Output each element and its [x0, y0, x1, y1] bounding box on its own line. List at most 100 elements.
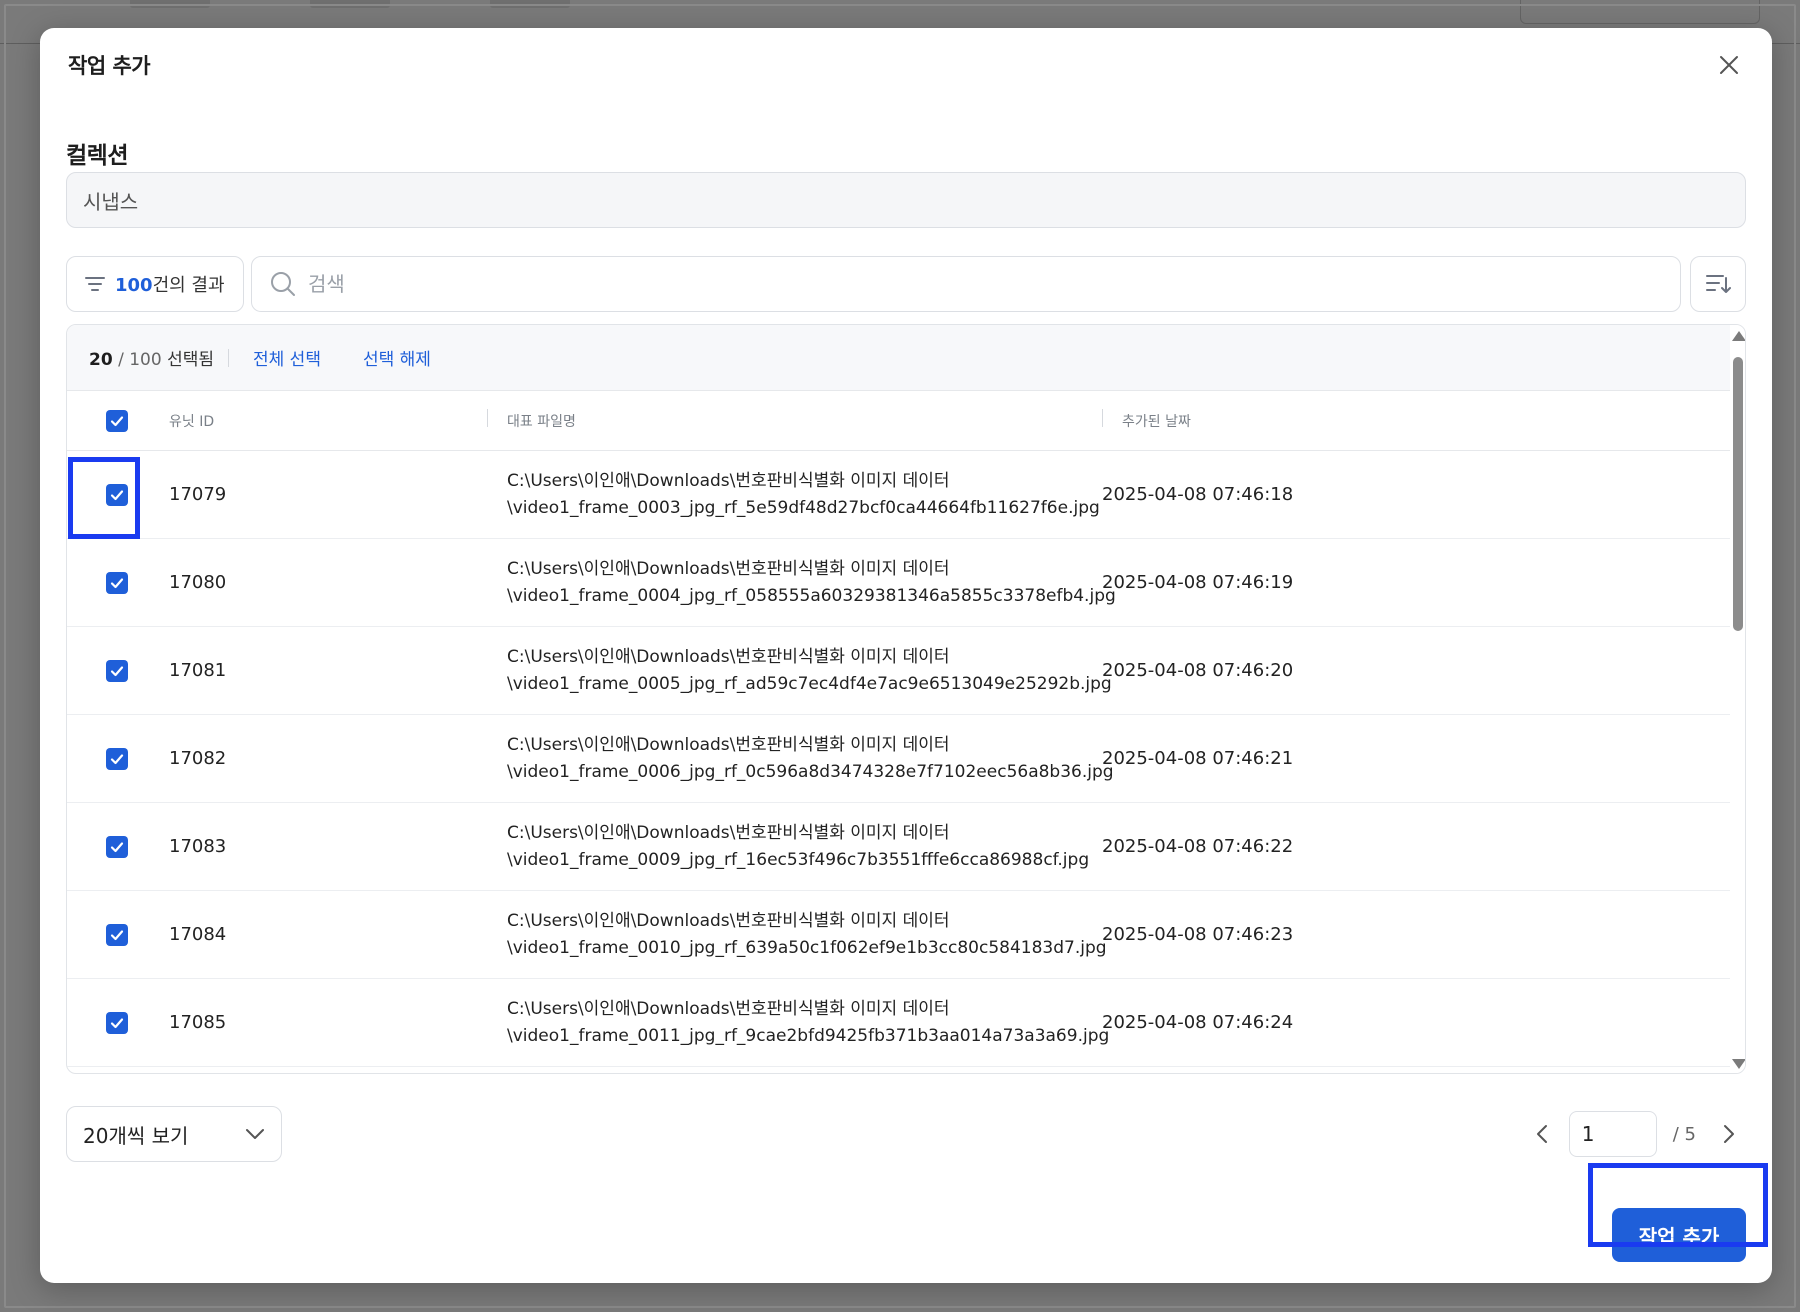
row-check-cell: [67, 571, 167, 594]
table-row[interactable]: 17084 C:\Users\이인애\Downloads\번호판비식별화 이미지…: [67, 891, 1732, 979]
filename: C:\Users\이인애\Downloads\번호판비식별화 이미지 데이터 \v…: [507, 732, 1122, 786]
unit-id: 17080: [169, 572, 227, 593]
row-check-cell: [67, 1011, 167, 1034]
check-icon: [110, 415, 124, 426]
add-task-button[interactable]: 작업 추가: [1612, 1208, 1746, 1262]
row-check-cell: [67, 835, 167, 858]
check-icon: [110, 753, 124, 764]
row-checkbox[interactable]: [106, 659, 128, 682]
deselect-link[interactable]: 선택 해제: [363, 345, 431, 370]
check-icon: [110, 665, 124, 676]
filename: C:\Users\이인애\Downloads\번호판비식별화 이미지 데이터 \v…: [507, 556, 1122, 610]
selection-bar: 20 / 100 선택됨 전체 선택 선택 해제: [67, 325, 1732, 391]
result-suffix: 건의 결과: [152, 275, 225, 296]
filter-icon: [85, 277, 105, 291]
check-icon: [110, 841, 124, 852]
table-row[interactable]: 17079 C:\Users\이인애\Downloads\번호판비식별화 이미지…: [67, 451, 1732, 539]
row-check-cell: [67, 747, 167, 770]
row-checkbox[interactable]: [106, 747, 128, 770]
unit-id: 17084: [169, 924, 227, 945]
unit-id: 17081: [169, 660, 227, 681]
filename-line1: C:\Users\이인애\Downloads\번호판비식별화 이미지 데이터: [507, 910, 950, 931]
table-header: 유닛 ID 대표 파일명 추가된 날짜: [67, 391, 1732, 451]
row-checkbox[interactable]: [106, 1011, 128, 1034]
filename-line1: C:\Users\이인애\Downloads\번호판비식별화 이미지 데이터: [507, 734, 950, 755]
table-row[interactable]: 17082 C:\Users\이인애\Downloads\번호판비식별화 이미지…: [67, 715, 1732, 803]
chevron-left-icon: [1536, 1125, 1547, 1143]
unit-id: 17082: [169, 748, 227, 769]
add-task-modal: 작업 추가 컬렉션 시냅스 100건의 결과 20 / 100 선택됨 전체 선…: [40, 28, 1772, 1283]
collection-label: 컬렉션: [66, 143, 128, 169]
header-check-cell: [67, 409, 167, 432]
row-checkbox[interactable]: [106, 571, 128, 594]
unit-id: 17083: [169, 836, 227, 857]
scroll-down-arrow[interactable]: [1732, 1059, 1745, 1069]
added-date: 2025-04-08 07:46:18: [1102, 484, 1294, 505]
search-input[interactable]: [308, 272, 1608, 296]
table-body: 17079 C:\Users\이인애\Downloads\번호판비식별화 이미지…: [67, 451, 1732, 1067]
filename-line2: \video1_frame_0004_jpg_rf_058555a6032938…: [507, 585, 1116, 606]
selection-count: 20 / 100 선택됨: [89, 345, 214, 370]
scroll-up-arrow[interactable]: [1732, 331, 1745, 341]
filename-line2: \video1_frame_0006_jpg_rf_0c596a8d347432…: [507, 761, 1114, 782]
unit-id: 17085: [169, 1012, 227, 1033]
filename: C:\Users\이인애\Downloads\번호판비식별화 이미지 데이터 \v…: [507, 468, 1122, 522]
filename-line1: C:\Users\이인애\Downloads\번호판비식별화 이미지 데이터: [507, 470, 950, 491]
check-icon: [110, 1017, 124, 1028]
check-icon: [110, 929, 124, 940]
table-scrollbar[interactable]: [1730, 325, 1745, 1073]
row-checkbox[interactable]: [106, 483, 128, 506]
collection-field: 시냅스: [66, 172, 1746, 228]
table-row[interactable]: 17085 C:\Users\이인애\Downloads\번호판비식별화 이미지…: [67, 979, 1732, 1067]
table-row[interactable]: 17083 C:\Users\이인애\Downloads\번호판비식별화 이미지…: [67, 803, 1732, 891]
row-check-cell: [67, 659, 167, 682]
filename-line2: \video1_frame_0009_jpg_rf_16ec53f496c7b3…: [507, 849, 1090, 870]
added-date: 2025-04-08 07:46:22: [1102, 836, 1294, 857]
prev-page-button[interactable]: [1525, 1117, 1559, 1151]
filename-line1: C:\Users\이인애\Downloads\번호판비식별화 이미지 데이터: [507, 998, 950, 1019]
total-count: / 100: [118, 350, 162, 370]
filename: C:\Users\이인애\Downloads\번호판비식별화 이미지 데이터 \v…: [507, 908, 1122, 962]
filename: C:\Users\이인애\Downloads\번호판비식별화 이미지 데이터 \v…: [507, 820, 1122, 874]
row-checkbox[interactable]: [106, 923, 128, 946]
column-header-date[interactable]: 추가된 날짜: [1102, 408, 1732, 431]
filename-line1: C:\Users\이인애\Downloads\번호판비식별화 이미지 데이터: [507, 822, 950, 843]
close-icon: [1720, 56, 1738, 74]
result-count: 100: [115, 275, 153, 296]
page-size-select[interactable]: 20개씩 보기: [66, 1106, 282, 1162]
column-header-unit-id[interactable]: 유닛 ID: [167, 411, 507, 431]
added-date: 2025-04-08 07:46:24: [1102, 1012, 1294, 1033]
filename-line2: \video1_frame_0003_jpg_rf_5e59df48d27bcf…: [507, 497, 1100, 518]
filename-line1: C:\Users\이인애\Downloads\번호판비식별화 이미지 데이터: [507, 646, 950, 667]
close-button[interactable]: [1714, 50, 1744, 80]
scroll-thumb[interactable]: [1733, 357, 1743, 631]
table-row[interactable]: 17080 C:\Users\이인애\Downloads\번호판비식별화 이미지…: [67, 539, 1732, 627]
added-date: 2025-04-08 07:46:19: [1102, 572, 1294, 593]
filename-line1: C:\Users\이인애\Downloads\번호판비식별화 이미지 데이터: [507, 558, 950, 579]
sort-button[interactable]: [1690, 256, 1746, 312]
page-size-label: 20개씩 보기: [83, 1123, 189, 1148]
added-date: 2025-04-08 07:46:20: [1102, 660, 1294, 681]
search-icon: [271, 272, 295, 296]
column-header-filename[interactable]: 대표 파일명: [487, 408, 1122, 431]
check-icon: [110, 489, 124, 500]
next-page-button[interactable]: [1712, 1117, 1746, 1151]
collection-value: 시냅스: [83, 189, 139, 214]
added-date: 2025-04-08 07:46:23: [1102, 924, 1294, 945]
page-number-input[interactable]: [1568, 1111, 1657, 1157]
added-date: 2025-04-08 07:46:21: [1102, 748, 1294, 769]
select-all-link[interactable]: 전체 선택: [253, 345, 321, 370]
result-count-label: 100건의 결과: [115, 271, 225, 297]
pagination: / 5: [1525, 1106, 1746, 1162]
sort-icon: [1706, 275, 1731, 293]
filename: C:\Users\이인애\Downloads\번호판비식별화 이미지 데이터 \v…: [507, 996, 1122, 1050]
row-check-cell: [67, 923, 167, 946]
selected-suffix: 선택됨: [167, 350, 214, 370]
filter-button[interactable]: 100건의 결과: [66, 256, 244, 312]
select-all-checkbox[interactable]: [106, 409, 128, 432]
modal-title: 작업 추가: [68, 54, 151, 78]
filename: C:\Users\이인애\Downloads\번호판비식별화 이미지 데이터 \v…: [507, 644, 1122, 698]
chevron-down-icon: [246, 1129, 264, 1139]
table-row[interactable]: 17081 C:\Users\이인애\Downloads\번호판비식별화 이미지…: [67, 627, 1732, 715]
row-checkbox[interactable]: [106, 835, 128, 858]
